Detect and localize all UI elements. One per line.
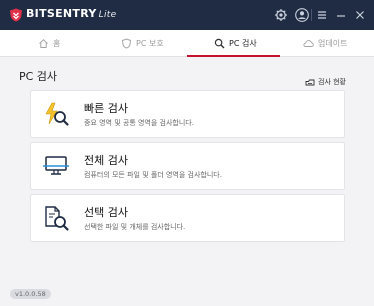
tab-update[interactable]: 업데이트 — [303, 30, 347, 57]
cloud-icon — [303, 40, 314, 47]
brand-suffix: Lite — [98, 10, 117, 20]
active-tab-indicator — [187, 55, 280, 57]
page-title: PC 검사 — [19, 70, 58, 83]
main-navigation: 홈 PC 보호 PC 검사 업데이트 — [0, 30, 374, 57]
quick-scan-title: 빠른 검사 — [84, 102, 128, 115]
tab-pc-protection[interactable]: PC 보호 — [121, 30, 164, 57]
full-scan-description: 컴퓨터의 모든 파일 및 폴더 영역을 검사합니다. — [84, 171, 222, 179]
minimize-icon[interactable] — [334, 8, 348, 22]
quick-scan-description: 중요 영역 및 공통 영역을 검사합니다. — [84, 119, 194, 127]
custom-scan-card[interactable]: 선택 검사 선택한 파일 및 개체를 검사합니다. — [30, 194, 345, 242]
tab-pc-scan-label: PC 검사 — [229, 39, 257, 48]
tab-pc-scan[interactable]: PC 검사 — [214, 30, 257, 57]
history-icon — [305, 79, 315, 86]
tab-home-label: 홈 — [53, 39, 61, 48]
menu-icon[interactable] — [315, 8, 329, 22]
custom-scan-description: 선택한 파일 및 개체를 검사합니다. — [84, 223, 186, 231]
brand-text: BITSENTRY — [26, 7, 97, 20]
settings-icon[interactable] — [274, 8, 288, 22]
version-badge: v1.0.0.58 — [10, 289, 51, 299]
quick-scan-icon — [45, 102, 69, 126]
close-icon[interactable] — [353, 8, 367, 22]
full-scan-icon — [43, 156, 69, 175]
home-icon — [39, 39, 48, 48]
full-scan-title: 전체 검사 — [84, 154, 128, 167]
titlebar-separator — [311, 9, 312, 21]
scan-icon — [214, 38, 225, 49]
title-bar: BITSENTRY Lite — [0, 0, 374, 30]
quick-scan-card[interactable]: 빠른 검사 중요 영역 및 공통 영역을 검사합니다. — [30, 90, 345, 138]
brand-logo-icon — [10, 8, 22, 22]
tab-pc-protection-label: PC 보호 — [136, 39, 164, 48]
custom-scan-title: 선택 검사 — [84, 206, 128, 219]
scan-status-link[interactable]: 검사 현황 — [305, 77, 346, 87]
full-scan-card[interactable]: 전체 검사 컴퓨터의 모든 파일 및 폴더 영역을 검사합니다. — [30, 142, 345, 190]
brand-name: BITSENTRY Lite — [26, 7, 116, 20]
account-icon[interactable] — [295, 8, 309, 22]
tab-update-label: 업데이트 — [318, 39, 348, 48]
tab-home[interactable]: 홈 — [38, 30, 60, 57]
custom-scan-icon — [45, 206, 69, 231]
scan-status-label: 검사 현황 — [318, 78, 346, 86]
shield-icon — [121, 38, 132, 49]
